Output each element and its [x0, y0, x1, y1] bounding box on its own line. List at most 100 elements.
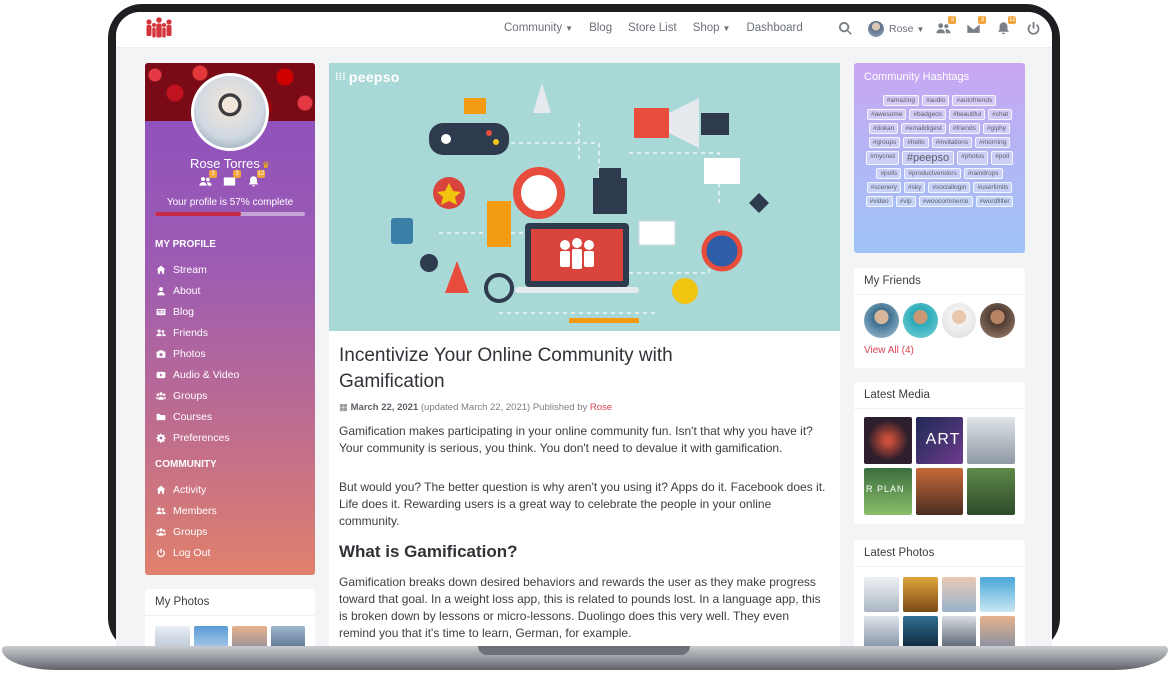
- hashtag[interactable]: #beautiful: [948, 109, 986, 120]
- profile-avatar[interactable]: [191, 73, 269, 151]
- hashtag[interactable]: #awesome: [866, 109, 907, 120]
- user-icon: [155, 285, 167, 297]
- media-thumb[interactable]: ART: [915, 417, 964, 464]
- hashtag[interactable]: #wordfilter: [975, 196, 1014, 207]
- menu-item-courses[interactable]: Courses: [155, 406, 305, 427]
- menu-item-label: Stream: [173, 263, 207, 276]
- photo-thumb[interactable]: [232, 626, 267, 646]
- bell-icon[interactable]: 12: [247, 170, 265, 189]
- media-thumb[interactable]: [967, 417, 1015, 464]
- user-menu[interactable]: Rose ▼: [868, 21, 924, 37]
- latest-media-card: Latest Media ART R PLAN: [854, 382, 1025, 524]
- photo-thumb[interactable]: [864, 616, 899, 646]
- hashtag[interactable]: #friends: [948, 123, 980, 134]
- hashtag[interactable]: #mycred: [865, 151, 899, 165]
- notifications-badge: 12: [1008, 16, 1017, 24]
- menu-item-preferences[interactable]: Preferences: [155, 427, 305, 448]
- power-icon[interactable]: [1026, 21, 1042, 37]
- view-all-friends-link[interactable]: View All (4): [854, 342, 1025, 364]
- photo-thumb[interactable]: [902, 577, 938, 612]
- bell-icon[interactable]: 12: [996, 16, 1017, 37]
- photo-thumb[interactable]: [193, 626, 228, 646]
- article-paragraph: But would you? The better question is wh…: [339, 480, 826, 528]
- menu-item-activity[interactable]: Activity: [155, 479, 305, 500]
- nav-store-list[interactable]: Store List: [628, 22, 677, 34]
- envelope-icon[interactable]: 3: [223, 170, 241, 189]
- hashtag[interactable]: #invitations: [931, 137, 973, 148]
- my-profile-heading: MY PROFILE: [155, 239, 216, 250]
- photo-thumb[interactable]: [941, 616, 977, 646]
- hashtag[interactable]: #vip: [895, 196, 916, 207]
- envelope-icon[interactable]: 3: [966, 16, 987, 37]
- photo-thumb[interactable]: [941, 577, 977, 612]
- media-thumb[interactable]: [864, 417, 912, 464]
- friends-icon[interactable]: 3: [199, 170, 217, 189]
- hashtag[interactable]: #polls: [876, 168, 902, 179]
- menu-item-blog[interactable]: Blog: [155, 301, 305, 322]
- hashtag[interactable]: #badgeos: [909, 109, 946, 120]
- photo-thumb[interactable]: [980, 577, 1015, 612]
- photo-thumb[interactable]: [980, 616, 1015, 646]
- friend-avatar[interactable]: [941, 303, 977, 338]
- power-icon: [155, 547, 167, 559]
- photo-thumb[interactable]: [270, 626, 305, 646]
- menu-item-label: Log Out: [173, 546, 211, 559]
- media-thumb[interactable]: [967, 468, 1015, 515]
- peepso-logo-icon[interactable]: [144, 16, 174, 42]
- top-navbar: Community ▼ Blog Store List Shop ▼ Dashboa…: [116, 12, 1052, 48]
- hashtag[interactable]: #raindrops: [963, 168, 1003, 179]
- nav-dashboard[interactable]: Dashboard: [746, 22, 802, 34]
- menu-item-about[interactable]: About: [155, 280, 305, 301]
- menu-item-photos[interactable]: Photos: [155, 343, 305, 364]
- latest-photos-card: Latest Photos: [854, 540, 1025, 646]
- friend-avatar[interactable]: [902, 303, 938, 338]
- hashtag[interactable]: #woocommerce: [918, 196, 973, 207]
- hashtag[interactable]: #scenery: [866, 182, 901, 193]
- hashtag[interactable]: #audio: [921, 95, 950, 106]
- hashtag[interactable]: #productvendors: [904, 168, 961, 179]
- friends-icon[interactable]: 3: [936, 16, 957, 37]
- hashtag[interactable]: #morning: [975, 137, 1011, 148]
- hashtag[interactable]: #dokan: [868, 123, 899, 134]
- profile-sidebar: Rose Torres ♛ 3 3 12 Your profile is 57% …: [145, 63, 315, 575]
- hashtag[interactable]: #poll: [991, 151, 1014, 165]
- media-thumb[interactable]: R PLAN: [864, 468, 912, 515]
- photo-thumb[interactable]: [902, 616, 938, 646]
- menu-item-log-out[interactable]: Log Out: [155, 542, 305, 563]
- hashtag[interactable]: #photos: [957, 151, 989, 165]
- profile-name[interactable]: Rose Torres ♛: [145, 156, 315, 171]
- hashtag[interactable]: #userlimits: [973, 182, 1013, 193]
- hashtag[interactable]: #hello: [903, 137, 929, 148]
- hashtag[interactable]: #groups: [868, 137, 901, 148]
- nav-shop[interactable]: Shop ▼: [693, 22, 731, 34]
- nav-community[interactable]: Community ▼: [504, 22, 573, 34]
- menu-item-audio-video[interactable]: Audio & Video: [155, 364, 305, 385]
- latest-media-title: Latest Media: [854, 382, 1025, 409]
- hashtag[interactable]: #emaildigest: [901, 123, 946, 134]
- menu-item-groups[interactable]: Groups: [155, 521, 305, 542]
- hashtag[interactable]: #peepso: [901, 151, 955, 165]
- menu-item-friends[interactable]: Friends: [155, 322, 305, 343]
- hashtag[interactable]: #giphy: [982, 123, 1011, 134]
- hashtag[interactable]: #chat: [988, 109, 1013, 120]
- menu-item-label: Preferences: [173, 431, 230, 444]
- menu-item-stream[interactable]: Stream: [155, 259, 305, 280]
- friend-avatar[interactable]: [980, 303, 1015, 338]
- photo-thumb[interactable]: [155, 626, 190, 646]
- search-icon[interactable]: [838, 21, 854, 37]
- nav-blog[interactable]: Blog: [589, 22, 612, 34]
- article-author-link[interactable]: Rose: [590, 402, 612, 413]
- menu-item-members[interactable]: Members: [155, 500, 305, 521]
- photo-thumb[interactable]: [864, 577, 899, 612]
- hashtag[interactable]: #amazing: [882, 95, 919, 106]
- menu-item-groups[interactable]: Groups: [155, 385, 305, 406]
- my-photos-grid: [145, 616, 315, 646]
- hashtag[interactable]: #video: [865, 196, 893, 207]
- hashtag[interactable]: #sky: [903, 182, 926, 193]
- hashtag[interactable]: #sociallogin: [928, 182, 971, 193]
- crown-icon: ♛: [261, 160, 270, 170]
- friend-avatar[interactable]: [864, 303, 899, 338]
- media-thumb[interactable]: [915, 468, 964, 515]
- article-title[interactable]: Incentivize Your Online Community with G…: [339, 343, 739, 395]
- hashtag[interactable]: #autofriends: [952, 95, 997, 106]
